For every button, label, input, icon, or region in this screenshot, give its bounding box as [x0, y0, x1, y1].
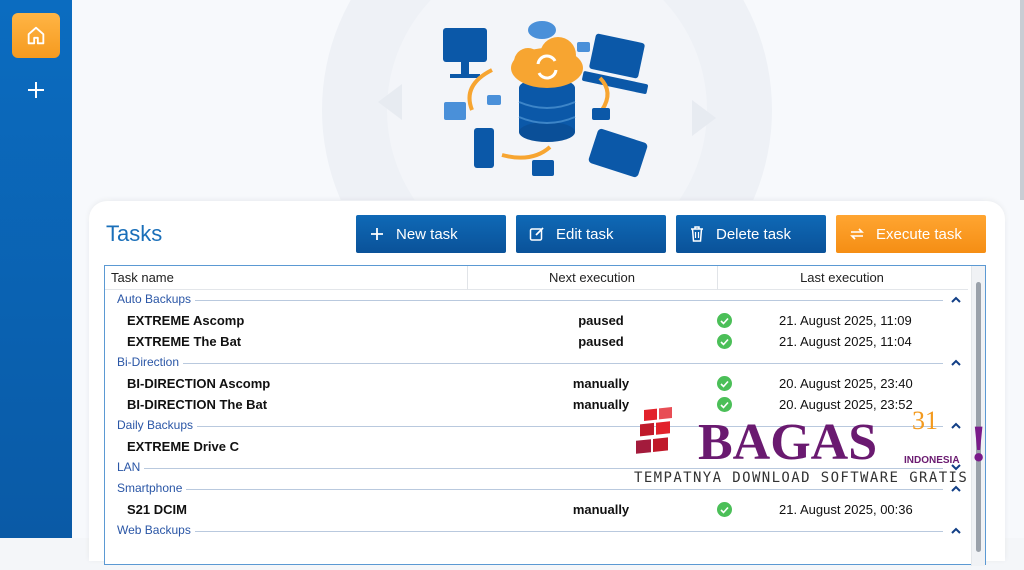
edit-task-label: Edit task [556, 225, 614, 243]
last-execution: 21. August 2025, 00:36 [779, 502, 913, 517]
last-execution: 20. August 2025, 23:40 [779, 376, 913, 391]
group-name: Bi-Direction [117, 355, 184, 369]
edit-icon [528, 225, 546, 243]
refresh-icon [848, 225, 866, 243]
table-row[interactable]: BI-DIRECTION Ascomp manually 20. August 20… [105, 374, 968, 395]
table-group[interactable]: Bi-Direction [105, 353, 968, 374]
success-check-icon [717, 334, 732, 349]
table-group[interactable]: Web Backups [105, 521, 968, 542]
chevron-up-icon[interactable] [949, 522, 963, 538]
plus-icon [28, 82, 44, 98]
watermark-brand: BAGAS [698, 414, 877, 471]
group-name: Daily Backups [117, 418, 198, 432]
group-divider [117, 300, 943, 301]
watermark-country: INDONESIA [904, 455, 960, 466]
home-button[interactable] [12, 13, 60, 58]
group-name: LAN [117, 460, 145, 474]
table-row[interactable]: S21 DCIM manually 21. August 2025, 00:36 [105, 500, 968, 521]
windows-logo-icon [636, 407, 672, 454]
task-name: S21 DCIM [127, 502, 187, 517]
next-execution: paused [578, 334, 624, 349]
task-name: BI-DIRECTION The Bat [127, 397, 268, 412]
hero-illustration [72, 0, 1024, 200]
watermark-number: 31 [912, 407, 938, 435]
edit-task-button[interactable]: Edit task [516, 215, 666, 253]
success-check-icon [717, 502, 732, 517]
task-name: BI-DIRECTION Ascomp [127, 376, 271, 391]
group-name: Web Backups [117, 523, 195, 537]
watermark-tagline: TEMPATNYA DOWNLOAD SOFTWARE GRATIS [634, 470, 968, 486]
delete-task-label: Delete task [716, 225, 792, 243]
last-execution: 21. August 2025, 11:09 [779, 313, 912, 328]
task-name: EXTREME Ascomp [127, 313, 245, 328]
new-task-label: New task [396, 225, 458, 243]
tasks-card: Tasks New task Edit task Delete task Exe… [89, 201, 1005, 566]
group-name: Auto Backups [117, 292, 196, 306]
plus-icon [368, 225, 386, 243]
last-execution: 21. August 2025, 11:04 [779, 334, 912, 349]
column-last-execution[interactable]: Last execution [717, 266, 967, 290]
group-name: Smartphone [117, 481, 187, 495]
delete-task-button[interactable]: Delete task [676, 215, 826, 253]
task-name: EXTREME The Bat [127, 334, 242, 349]
add-button[interactable] [24, 78, 48, 102]
execute-task-label: Execute task [876, 225, 962, 243]
chevron-up-icon[interactable] [949, 291, 963, 307]
column-task-name[interactable]: Task name [111, 266, 174, 290]
execute-task-button[interactable]: Execute task [836, 215, 986, 253]
group-divider [117, 363, 943, 364]
group-divider [117, 531, 943, 532]
next-execution: paused [578, 313, 624, 328]
next-execution: manually [572, 397, 630, 412]
backup-illustration [322, 0, 772, 200]
main-area: Tasks New task Edit task Delete task Exe… [72, 0, 1024, 566]
next-execution: manually [572, 502, 630, 517]
home-icon [27, 26, 45, 44]
tasks-title: Tasks [106, 221, 163, 246]
table-header: Task name Next execution Last execution [105, 266, 968, 290]
page-scrollbar[interactable] [1020, 0, 1024, 200]
next-execution: manually [572, 376, 630, 391]
trash-icon [688, 225, 706, 243]
success-check-icon [717, 376, 732, 391]
bagas31-watermark: BAGAS 31 INDONESIA ! TEMPATNYA DOWNLOAD … [634, 407, 987, 486]
new-task-button[interactable]: New task [356, 215, 506, 253]
chevron-up-icon[interactable] [949, 354, 963, 370]
watermark-exclamation: ! [970, 416, 987, 473]
table-row[interactable]: EXTREME Ascomp paused 21. August 2025, 11:… [105, 311, 968, 332]
success-check-icon [717, 313, 732, 328]
column-next-execution[interactable]: Next execution [467, 266, 717, 290]
task-name: EXTREME Drive C [127, 439, 239, 454]
table-group[interactable]: Auto Backups [105, 290, 968, 311]
table-row[interactable]: EXTREME The Bat paused 21. August 2025, 11… [105, 332, 968, 353]
sidebar [0, 0, 72, 538]
